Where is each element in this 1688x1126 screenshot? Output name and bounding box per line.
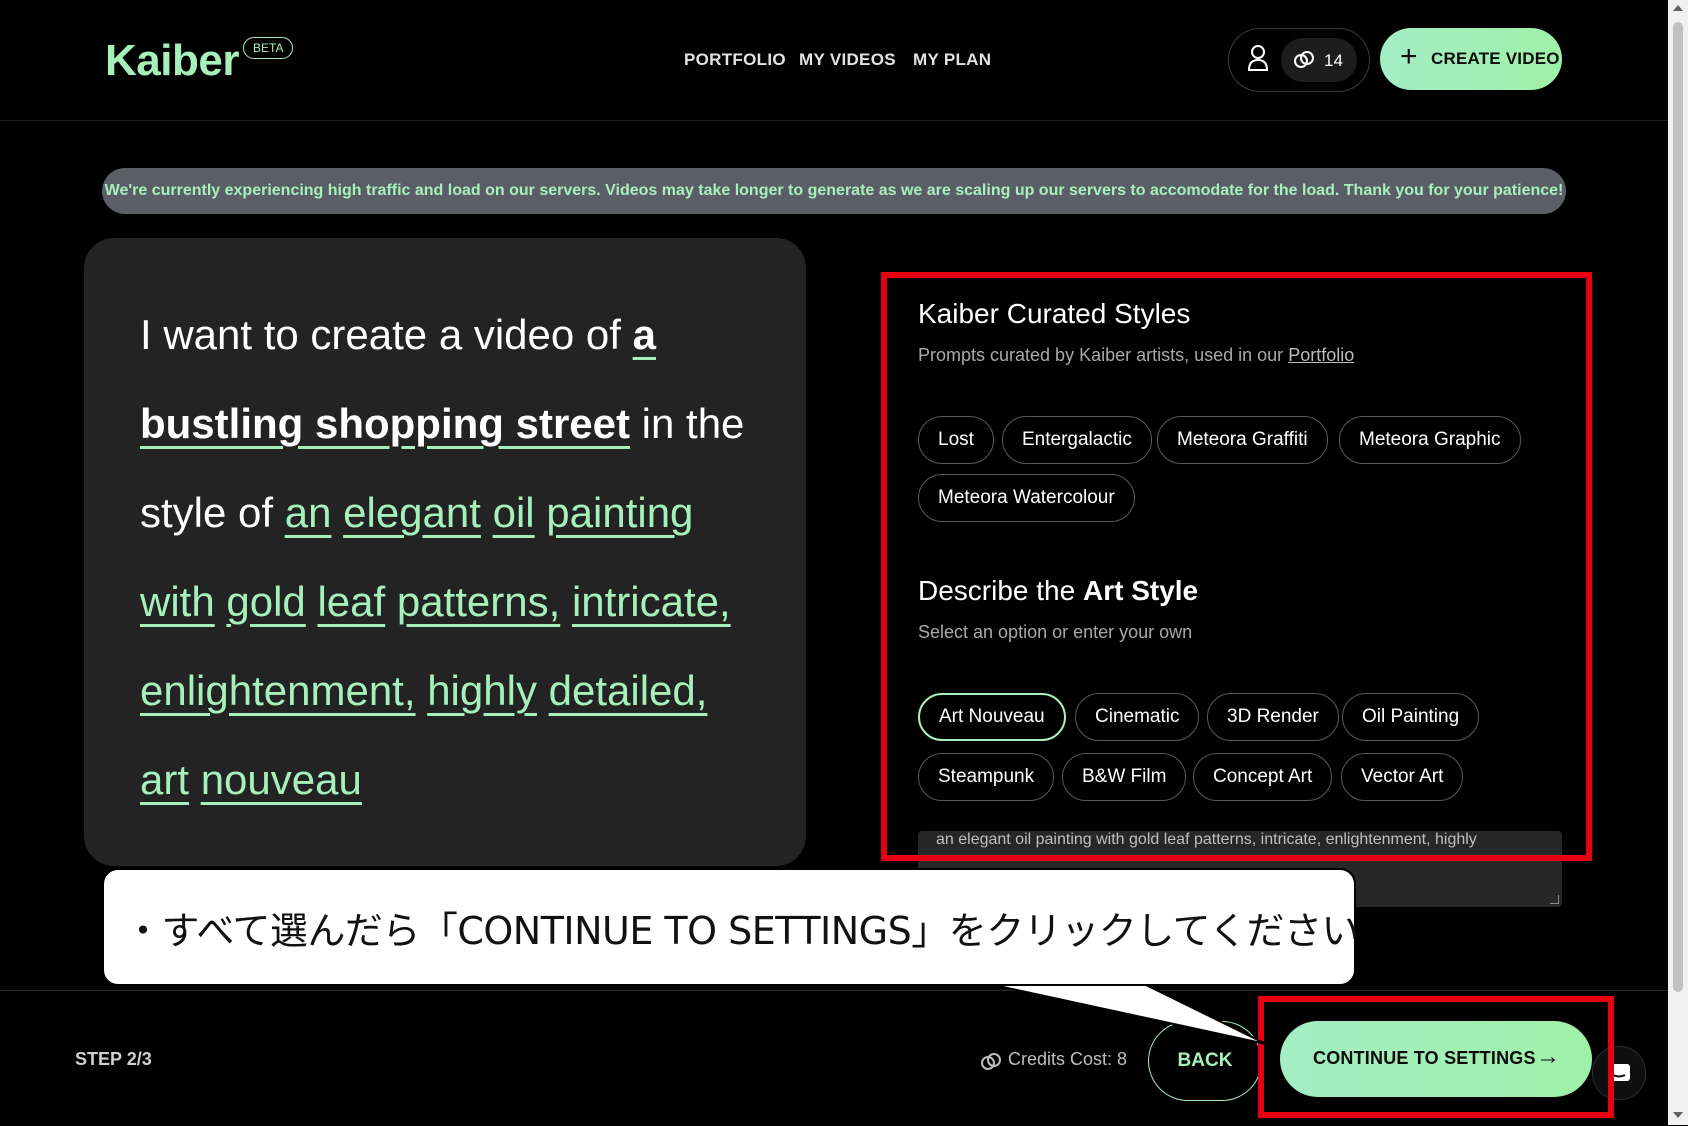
style-word[interactable]: oil — [493, 489, 535, 536]
style-word[interactable]: leaf — [317, 578, 385, 625]
back-button[interactable]: BACK — [1148, 1021, 1262, 1101]
prompt-panel: I want to create a video of a bustling s… — [84, 238, 806, 866]
instruction-callout: ・すべて選んだら「CONTINUE TO SETTINGS」をクリックしてくださ… — [102, 868, 1359, 986]
style-word[interactable]: gold — [226, 578, 305, 625]
traffic-notice-banner: We're currently experiencing high traffi… — [102, 168, 1566, 214]
create-video-button[interactable]: + CREATE VIDEO — [1380, 28, 1562, 90]
credits-icon — [1294, 51, 1314, 68]
style-word[interactable]: patterns, — [397, 578, 560, 625]
style-word[interactable]: intricate, — [572, 578, 731, 625]
nav-my-videos[interactable]: MY VIDEOS — [799, 50, 896, 70]
beta-badge: BETA — [243, 37, 294, 59]
style-word[interactable]: art — [140, 756, 189, 803]
style-word[interactable]: an — [285, 489, 332, 536]
account-pill: 14 — [1228, 28, 1370, 92]
scroll-up-arrow-icon[interactable] — [1673, 5, 1683, 11]
annotation-highlight-styles — [881, 272, 1592, 861]
style-word[interactable]: highly — [427, 667, 537, 714]
credits-cost-icon — [980, 1052, 1002, 1077]
style-word[interactable]: elegant — [343, 489, 481, 536]
prompt-article[interactable]: a — [633, 311, 656, 358]
create-video-label: CREATE VIDEO — [1431, 49, 1560, 68]
nav-portfolio[interactable]: PORTFOLIO — [684, 50, 786, 70]
credits-count: 14 — [1324, 51, 1343, 70]
scrollbar-thumb[interactable] — [1673, 22, 1683, 992]
annotation-highlight-continue — [1258, 996, 1614, 1118]
prompt-sentence: I want to create a video of a bustling s… — [140, 290, 760, 824]
kaiber-logo[interactable]: Kaiber — [105, 36, 239, 86]
top-header: Kaiber BETA PORTFOLIO MY VIDEOS MY PLAN … — [0, 0, 1668, 121]
credits-cost: Credits Cost: 8 — [1008, 1049, 1128, 1069]
plus-icon: + — [1400, 40, 1418, 73]
credits-pill[interactable]: 14 — [1281, 38, 1357, 82]
style-word[interactable]: enlightenment, — [140, 667, 416, 714]
prompt-lead: I want to create a video of — [140, 311, 621, 358]
vertical-scrollbar[interactable] — [1668, 0, 1688, 1125]
scroll-down-arrow-icon[interactable] — [1673, 1112, 1683, 1118]
resize-handle-icon[interactable] — [1550, 895, 1559, 904]
style-word[interactable]: with — [140, 578, 215, 625]
step-indicator: STEP 2/3 — [75, 1049, 152, 1069]
instruction-text: ・すべて選んだら「CONTINUE TO SETTINGS」をクリックしてくださ… — [124, 909, 1359, 953]
style-word[interactable]: painting — [546, 489, 693, 536]
user-icon[interactable] — [1247, 44, 1269, 77]
nav-my-plan[interactable]: MY PLAN — [913, 50, 991, 70]
style-word[interactable]: nouveau — [201, 756, 362, 803]
prompt-subject[interactable]: bustling shopping street — [140, 400, 630, 447]
style-word[interactable]: detailed, — [549, 667, 708, 714]
